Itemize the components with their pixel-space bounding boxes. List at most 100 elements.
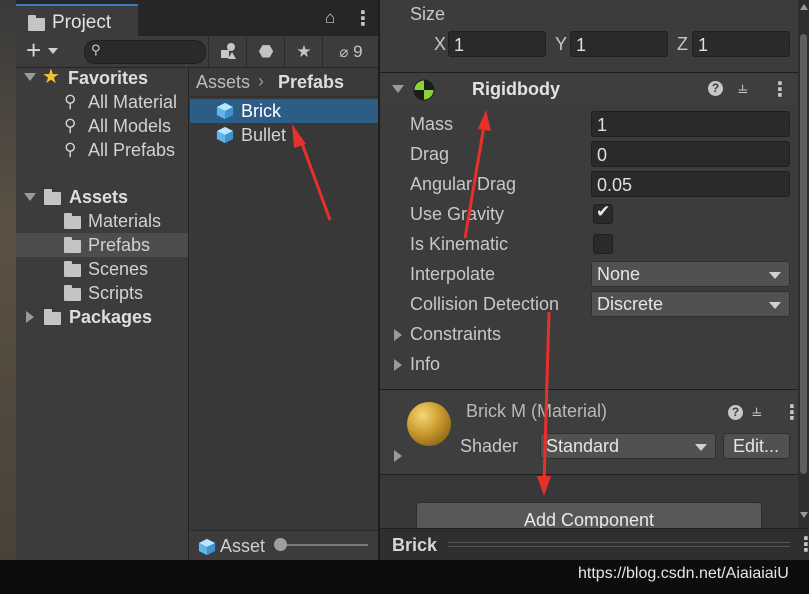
more-options-icon[interactable]: ⋮ — [353, 6, 373, 31]
info-foldout[interactable]: Info — [380, 352, 680, 378]
drag-field[interactable]: 0 — [591, 141, 790, 167]
scene-view-edge — [0, 0, 16, 560]
angular-drag-field[interactable]: 0.05 — [591, 171, 790, 197]
tag-icon: ⬣ — [258, 42, 274, 61]
tree-favorite-all-models[interactable]: ⚲ All Models — [16, 114, 188, 138]
presets-icon[interactable]: ⫨ — [752, 401, 762, 421]
shader-value: Standard — [546, 436, 620, 456]
constraints-foldout[interactable]: Constraints — [380, 322, 680, 348]
icon-size-slider-thumb[interactable] — [274, 538, 287, 551]
search-icon: ⚲ — [64, 140, 77, 159]
project-toolbar: + ⚲ ⬣ ★ ⌀ 9 — [16, 35, 379, 68]
folder-label: Scripts — [88, 283, 144, 303]
preview-header[interactable]: Brick ⋮ — [380, 528, 809, 561]
add-component-area: Add Component — [380, 475, 798, 528]
add-component-button[interactable]: Add Component — [416, 502, 762, 528]
interpolate-dropdown[interactable]: None — [591, 261, 790, 287]
favorite-item-label: All Prefabs — [88, 140, 176, 160]
icon-size-slider[interactable] — [282, 544, 368, 546]
tree-folder-scenes[interactable]: Scenes — [16, 257, 188, 281]
asset-row-bullet[interactable]: Bullet — [190, 123, 378, 147]
asset-label: Bullet — [241, 125, 287, 145]
tree-folder-materials[interactable]: Materials — [16, 209, 188, 233]
project-footer: Asset — [190, 530, 378, 561]
angular-drag-label: Angular Drag — [410, 174, 517, 194]
shader-edit-button[interactable]: Edit... — [723, 433, 790, 459]
material-title: Brick M (Material) — [466, 401, 608, 421]
tree-favorite-all-prefabs[interactable]: ⚲ All Prefabs — [16, 138, 188, 162]
project-tab-bar: Project ⌂ ⋮ — [16, 0, 378, 36]
is-kinematic-label: Is Kinematic — [410, 234, 509, 254]
search-icon: ⚲ — [64, 92, 77, 111]
presets-icon[interactable]: ⫨ — [738, 78, 748, 98]
help-icon[interactable]: ? — [708, 81, 723, 96]
asset-list: Assets › Prefabs Brick Bullet — [190, 68, 378, 530]
more-options-icon[interactable]: ⋮ — [796, 532, 809, 557]
tree-assets[interactable]: Assets — [16, 185, 188, 209]
more-options-icon[interactable]: ⋮ — [782, 400, 798, 425]
lock-icon[interactable]: ⌂ — [325, 8, 335, 28]
filter-by-label-button[interactable]: ⬣ — [246, 36, 285, 67]
shapes-icon — [221, 43, 236, 59]
create-button[interactable]: + — [22, 35, 62, 65]
plus-icon: + — [26, 35, 42, 65]
watermark-text: https://blog.csdn.net/AiaiaiaiU — [578, 565, 789, 582]
drag-label: Drag — [410, 144, 450, 164]
folder-icon — [44, 309, 61, 325]
search-icon: ⚲ — [64, 116, 77, 135]
shader-dropdown[interactable]: Standard — [540, 433, 716, 459]
favorite-item-label: All Material — [88, 92, 178, 112]
hidden-packages-button[interactable]: ⌀ 9 — [322, 36, 379, 67]
rigidbody-header[interactable]: Rigidbody ? ⫨ ⋮ — [380, 73, 798, 105]
preview-divider — [448, 546, 790, 547]
chevron-down-icon — [48, 48, 58, 54]
size-x-field[interactable]: 1 — [448, 31, 546, 57]
asset-row-brick[interactable]: Brick — [190, 99, 378, 123]
footer-asset-label: Asset — [220, 536, 266, 556]
folder-label: Prefabs — [88, 235, 151, 255]
preview-title: Brick — [392, 535, 438, 555]
use-gravity-checkbox[interactable]: ✔ — [593, 202, 613, 224]
preview-divider — [448, 542, 790, 543]
hidden-count: 9 — [353, 42, 363, 61]
more-options-icon[interactable]: ⋮ — [770, 77, 790, 102]
filter-by-type-button[interactable] — [208, 36, 247, 67]
interpolate-value: None — [597, 264, 641, 284]
interpolate-label: Interpolate — [410, 264, 496, 284]
tree-folder-prefabs[interactable]: Prefabs — [16, 233, 188, 257]
tree-favorite-all-material[interactable]: ⚲ All Material — [16, 90, 188, 114]
inspector-scrollbar[interactable] — [798, 0, 809, 528]
folder-icon — [64, 237, 81, 253]
material-preview — [407, 402, 451, 446]
scroll-down-icon[interactable] — [800, 512, 808, 518]
star-icon: ★ — [42, 66, 60, 88]
favorites-filter-button[interactable]: ★ — [284, 36, 323, 67]
assets-label: Assets — [69, 187, 129, 207]
tab-project-label: Project — [52, 12, 112, 33]
help-icon[interactable]: ? — [728, 405, 743, 420]
tab-project[interactable]: Project — [16, 4, 138, 36]
is-kinematic-checkbox[interactable] — [593, 234, 613, 254]
mass-field[interactable]: 1 — [591, 111, 790, 137]
scrollbar-thumb[interactable] — [800, 34, 807, 474]
search-input[interactable]: ⚲ — [84, 40, 206, 64]
tree-packages[interactable]: Packages — [16, 305, 188, 329]
size-z-label: Z — [677, 34, 688, 54]
tree-folder-scripts[interactable]: Scripts — [16, 281, 188, 305]
prefab-cube-icon — [198, 538, 216, 556]
size-z-field[interactable]: 1 — [692, 31, 790, 57]
collision-detection-dropdown[interactable]: Discrete — [591, 291, 790, 317]
shader-label: Shader — [460, 436, 519, 456]
scroll-up-icon[interactable] — [800, 4, 808, 10]
tree-favorites[interactable]: ★ Favorites — [16, 66, 188, 90]
favorites-label: Favorites — [68, 68, 149, 88]
taskbar: https://blog.csdn.net/AiaiaiaiU — [0, 560, 809, 594]
size-y-field[interactable]: 1 — [570, 31, 668, 57]
constraints-label: Constraints — [410, 324, 502, 344]
prefab-cube-icon — [216, 126, 234, 144]
folder-tree: ★ Favorites ⚲ All Material ⚲ All Models … — [16, 66, 189, 560]
chevron-down-icon — [695, 444, 707, 451]
inspector-content: Size X 1 Y 1 Z 1 Rigidbody ? ⫨ ⋮ Mass 1 … — [380, 0, 798, 528]
chevron-down-icon — [769, 302, 781, 309]
breadcrumb-root[interactable]: Assets — [196, 72, 250, 93]
